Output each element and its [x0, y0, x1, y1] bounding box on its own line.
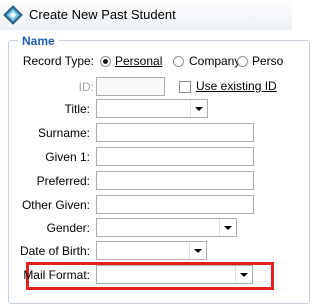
other-given-field[interactable]: [96, 195, 254, 214]
radio-person-label[interactable]: Perso: [252, 54, 283, 68]
gender-label: Gender:: [46, 221, 90, 235]
radio-company[interactable]: [173, 56, 184, 67]
preferred-input[interactable]: [97, 172, 253, 189]
mail-format-combo[interactable]: [96, 265, 253, 284]
group-title: Name: [18, 34, 59, 48]
given1-label: Given 1:: [45, 150, 90, 164]
chevron-down-icon[interactable]: [219, 219, 236, 236]
given1-input[interactable]: [97, 148, 253, 165]
other-given-label: Other Given:: [21, 198, 90, 212]
radio-personal[interactable]: [100, 56, 111, 67]
title-bar: Create New Past Student: [0, 0, 292, 31]
chevron-down-icon[interactable]: [190, 100, 207, 117]
other-given-input[interactable]: [97, 196, 253, 213]
use-existing-id-checkbox[interactable]: [179, 81, 191, 93]
surname-label: Surname:: [37, 126, 90, 140]
use-existing-id-label[interactable]: Use existing ID: [196, 79, 277, 93]
window-title: Create New Past Student: [29, 7, 176, 22]
radio-selected-dot: [103, 59, 108, 64]
app-diamond-icon: [3, 5, 23, 25]
radio-personal-label[interactable]: Personal: [115, 54, 162, 68]
title-combo[interactable]: [96, 99, 208, 118]
dialog-body: Name Record Type: Personal Company Perso…: [0, 30, 310, 304]
radio-person[interactable]: [237, 56, 248, 67]
record-type-label: Record Type:: [22, 54, 94, 68]
dob-label: Date of Birth:: [19, 244, 90, 258]
gender-combo[interactable]: [96, 218, 237, 237]
radio-company-label[interactable]: Company: [189, 54, 240, 68]
title-label: Title:: [64, 102, 90, 116]
chevron-down-icon[interactable]: [189, 242, 206, 259]
surname-input[interactable]: [97, 124, 253, 141]
surname-field[interactable]: [96, 123, 254, 142]
id-field[interactable]: [96, 77, 165, 96]
id-label: ID:: [78, 80, 94, 94]
dob-combo[interactable]: [96, 241, 207, 260]
id-input[interactable]: [97, 78, 164, 95]
preferred-label: Preferred:: [36, 174, 90, 188]
chevron-down-icon[interactable]: [235, 266, 252, 283]
mail-format-label: Mail Format:: [23, 268, 90, 282]
given1-field[interactable]: [96, 147, 254, 166]
preferred-field[interactable]: [96, 171, 254, 190]
